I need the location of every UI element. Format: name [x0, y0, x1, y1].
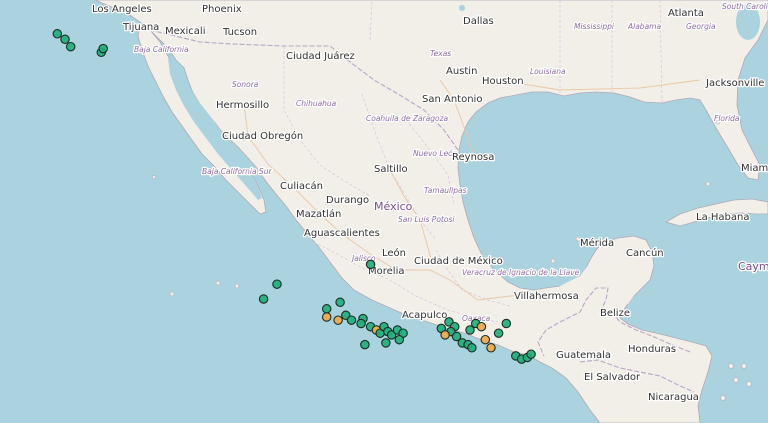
city-label[interactable]: Ciudad de México — [413, 254, 504, 269]
city-label[interactable]: Phoenix — [201, 3, 243, 17]
city-label[interactable]: Durango — [325, 194, 371, 208]
earthquake-marker[interactable] — [335, 297, 345, 308]
earthquake-marker[interactable] — [65, 41, 76, 52]
island — [733, 377, 739, 383]
city-label[interactable]: Miami — [740, 162, 768, 176]
region-label: Veracruz de Ignacio de la Llave — [462, 268, 580, 277]
earthquake-marker[interactable] — [440, 330, 450, 340]
island — [234, 283, 240, 289]
city-label[interactable]: Saltillo — [373, 163, 409, 177]
earthquake-marker[interactable] — [272, 279, 282, 289]
city-label[interactable]: Nicaragua — [647, 391, 701, 405]
map-view[interactable]: South Carolina Mississippi Alabama Georg… — [0, 0, 768, 423]
earthquake-marker[interactable] — [493, 328, 504, 338]
city-label[interactable]: Ciudad Obregón — [221, 129, 305, 144]
city-label[interactable]: Tijuana — [121, 21, 161, 35]
country-label: Cayman Islands — [738, 260, 768, 273]
city-label[interactable]: San Antonio — [421, 93, 484, 107]
region-label: Baja California — [134, 45, 189, 54]
earthquake-marker[interactable] — [501, 318, 512, 329]
region-label: South Carolina — [722, 2, 768, 11]
city-label[interactable]: Belize — [599, 307, 632, 321]
earthquake-marker[interactable] — [321, 312, 332, 322]
region-label: Louisiana — [530, 67, 566, 76]
earthquake-marker[interactable] — [60, 34, 70, 45]
city-label[interactable]: Villahermosa — [513, 290, 580, 304]
country-label: México — [374, 200, 413, 213]
city-label[interactable]: Ciudad Juárez — [285, 49, 356, 64]
earthquake-marker[interactable] — [486, 343, 496, 353]
earthquake-marker[interactable] — [476, 321, 487, 332]
region-label: Coahuila de Zaragoza — [366, 114, 449, 123]
city-label[interactable]: Mazatlán — [295, 207, 343, 222]
island — [215, 280, 221, 286]
earthquake-marker[interactable] — [333, 315, 343, 325]
city-label[interactable]: Hermosillo — [215, 99, 271, 113]
city-label[interactable]: Acapulco — [401, 309, 449, 323]
city-label[interactable]: Mérida — [579, 236, 616, 251]
island — [705, 181, 711, 187]
region-label: Tamaulipas — [424, 186, 467, 195]
city-label[interactable]: Aguascalientes — [303, 227, 381, 241]
earthquake-marker[interactable] — [381, 338, 391, 348]
island — [550, 258, 556, 264]
region-label: Alabama — [627, 22, 661, 31]
island — [741, 363, 747, 369]
region-label: Chihuahua — [296, 99, 337, 108]
earthquake-marker[interactable] — [356, 318, 366, 329]
city-label[interactable]: Honduras — [627, 343, 678, 357]
earthquake-marker[interactable] — [360, 339, 370, 350]
city-label[interactable]: Jacksonville — [704, 77, 766, 91]
island — [720, 395, 726, 401]
island — [169, 291, 175, 297]
city-label[interactable]: Dallas — [462, 15, 495, 29]
region-label: Sonora — [232, 80, 259, 89]
earthquake-marker[interactable] — [321, 304, 332, 314]
city-label[interactable]: La Habana — [695, 211, 751, 225]
city-label[interactable]: Tucson — [221, 26, 259, 40]
earthquake-marker[interactable] — [52, 29, 63, 39]
earthquake-marker[interactable] — [346, 315, 357, 325]
earthquake-marker[interactable] — [526, 349, 536, 359]
city-label[interactable]: Cancún — [625, 246, 665, 261]
city-label[interactable]: Guatemala — [555, 349, 613, 363]
city-label[interactable]: El Salvador — [583, 371, 643, 385]
city-label[interactable]: Atlanta — [667, 7, 705, 21]
city-label[interactable]: León — [381, 246, 408, 261]
earthquake-marker[interactable] — [98, 43, 108, 54]
earthquake-marker[interactable] — [365, 259, 376, 270]
earthquake-marker[interactable] — [480, 334, 491, 345]
region-label: Georgia — [686, 22, 716, 31]
city-label[interactable]: Los Angeles — [91, 3, 153, 17]
region-label: Baja California Sur — [202, 167, 272, 176]
region-label: Florida — [714, 114, 740, 123]
island — [728, 363, 734, 369]
city-label[interactable]: Houston — [481, 75, 525, 89]
earthquake-marker[interactable] — [258, 294, 269, 304]
region-label: Texas — [430, 49, 451, 58]
island — [152, 175, 156, 179]
city-label[interactable]: Culiacán — [279, 179, 325, 194]
earthquake-marker[interactable] — [467, 343, 477, 353]
city-label[interactable]: Reynosa — [451, 151, 496, 165]
region-label: San Luis Potosí — [398, 215, 455, 224]
region-label: Mississippi — [574, 22, 615, 31]
map-canvas[interactable]: South Carolina Mississippi Alabama Georg… — [0, 0, 768, 423]
island — [746, 381, 752, 387]
city-label[interactable]: Mexicali — [164, 25, 207, 39]
lake — [459, 5, 465, 11]
earthquake-marker[interactable] — [394, 334, 405, 345]
city-label[interactable]: Austin — [445, 65, 479, 79]
